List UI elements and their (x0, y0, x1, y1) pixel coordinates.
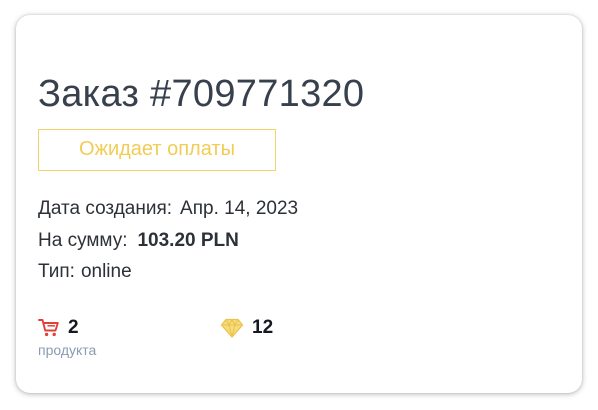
type-label: Тип: (38, 261, 75, 282)
amount-value: 103.20 PLN (137, 230, 239, 251)
cart-icon (38, 318, 60, 338)
amount-row: На сумму: 103.20 PLN (38, 229, 239, 253)
order-title: Заказ #709771320 (38, 73, 365, 115)
created-date-value: Апр. 14, 2023 (180, 198, 299, 219)
created-date-label: Дата создания: (38, 198, 173, 219)
diamond-icon (220, 318, 244, 338)
status-badge: Ожидает оплаты (38, 129, 276, 171)
gems-stat: 12 (220, 317, 273, 339)
order-card: Заказ #709771320 Ожидает оплаты Дата соз… (16, 15, 582, 393)
amount-label: На сумму: (38, 230, 128, 251)
products-label: продукта (38, 342, 97, 358)
products-count: 2 (68, 317, 79, 338)
type-row: Тип: online (38, 260, 132, 284)
products-stat: 2 (38, 317, 79, 339)
gems-count: 12 (252, 317, 274, 338)
type-value: online (80, 261, 132, 282)
created-date-row: Дата создания: Апр. 14, 2023 (38, 197, 298, 221)
